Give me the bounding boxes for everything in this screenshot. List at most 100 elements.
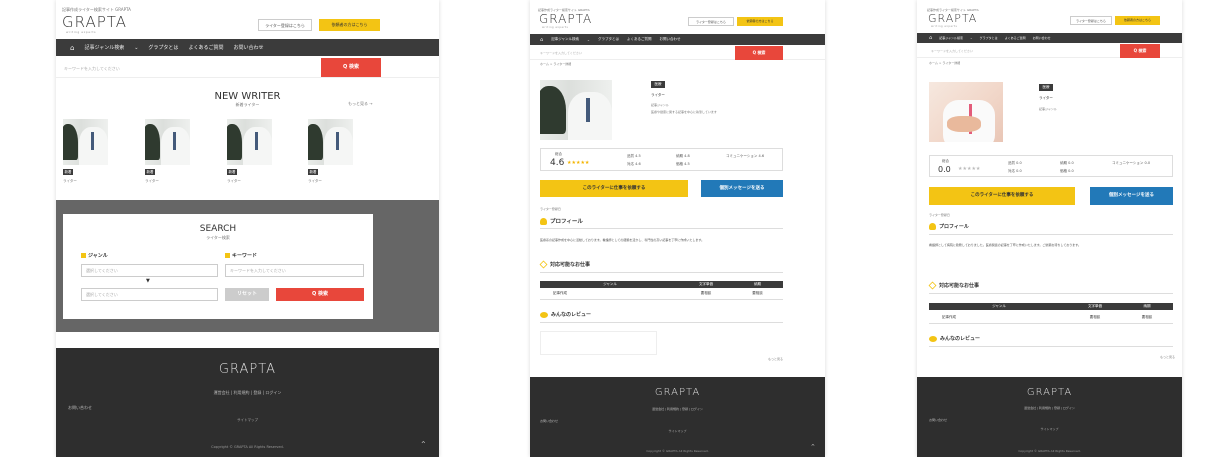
genre-select-1[interactable]: 選択してください (81, 264, 218, 277)
writer-card[interactable]: 新着 ライター (63, 119, 108, 189)
search-button[interactable]: Q 検索 (1120, 44, 1160, 58)
reset-button[interactable]: リセット (225, 288, 269, 301)
footer-logo[interactable]: GRAPTA (530, 387, 825, 398)
site-logo[interactable]: GRAPTA (928, 12, 977, 25)
chevron-up-icon[interactable]: ⌃ (420, 440, 427, 449)
house-icon[interactable]: ⌂ (929, 35, 932, 41)
nav-faq[interactable]: よくあるご質問 (627, 37, 652, 42)
more-link[interactable]: もっと見る (1160, 355, 1175, 359)
site-logo[interactable]: GRAPTA (62, 13, 127, 31)
nav-genre[interactable]: 記事ジャンル検索 (939, 36, 963, 40)
writer-thumbnail[interactable] (145, 119, 190, 165)
rating-item: 価格 0.0 (1060, 169, 1074, 173)
chevron-down-icon[interactable]: ⌄ (587, 38, 590, 42)
search-input[interactable]: キーワードを入力してください (540, 51, 582, 55)
genre-tag: 医療 (1039, 84, 1053, 91)
jobs-cell: 記事作成 (942, 314, 956, 319)
rating-score: 0.0 (938, 165, 951, 174)
footer-sitemap[interactable]: サイトマップ (917, 427, 1182, 431)
footer-sitemap[interactable]: サイトマップ (56, 418, 439, 423)
request-job-button[interactable]: このライターに仕事を依頼する (540, 180, 688, 197)
footer-sitemap[interactable]: サイトマップ (530, 429, 825, 433)
nav-genre[interactable]: 記事ジャンル検索 (551, 37, 579, 42)
footer-links[interactable]: 運営会社 | 利用規約 | 登録 | ログイン (530, 407, 825, 411)
nav-about[interactable]: グラプタとは (980, 36, 998, 40)
keyword-input[interactable]: キーワードを入力してください (225, 264, 364, 277)
writer-name: ライター (651, 93, 665, 97)
writer-register-button[interactable]: ライター登録はこちら (1070, 16, 1112, 25)
nav-contact[interactable]: お問い合わせ (233, 44, 263, 51)
nav-genre[interactable]: 記事ジャンル検索 (84, 44, 124, 51)
page-top: 記事作成ライター検索サイト GRAPTA GRAPTA writing expe… (56, 0, 439, 457)
writer-thumbnail[interactable] (308, 119, 353, 165)
nav-about[interactable]: グラプタとは (598, 37, 619, 42)
search-card: SEARCH ライター検索 ジャンル キーワード 選択してください キーワードを… (63, 214, 373, 319)
divider (540, 272, 783, 273)
writer-name[interactable]: ライター (63, 179, 77, 184)
register-date: ライター登録日 (929, 213, 950, 217)
footer-contact-link[interactable]: お問い合わせ (929, 418, 947, 422)
request-job-button[interactable]: このライターに仕事を依頼する (929, 187, 1075, 205)
writer-thumbnail[interactable] (63, 119, 108, 165)
square-icon (81, 253, 86, 258)
search-button[interactable]: Q 検索 (735, 46, 783, 60)
main-nav: ⌂ 記事ジャンル検索 ⌄ グラプタとは よくあるご質問 お問い合わせ (56, 39, 439, 56)
message-button[interactable]: 個別メッセージを送る (701, 180, 783, 197)
house-icon[interactable]: ⌂ (70, 44, 74, 52)
genre-label: ジャンル (81, 252, 108, 259)
chevron-down-icon[interactable]: ⌄ (134, 45, 138, 51)
client-register-button[interactable]: 依頼者の方はこちら (737, 17, 783, 26)
writer-name[interactable]: ライター (308, 179, 322, 184)
writer-name[interactable]: ライター (145, 179, 159, 184)
nav-faq[interactable]: よくあるご質問 (1005, 36, 1026, 40)
writer-register-button[interactable]: ライター登録はこちら (258, 19, 312, 31)
jobs-cell: 要相談 (700, 291, 712, 295)
footer-contact-link[interactable]: お問い合わせ (540, 419, 558, 423)
search-button[interactable]: Q 検索 (321, 58, 381, 77)
profile-text: 看護師として病院に勤務しておりました。医療関連の記事を丁寧に作成いたします。ご依… (929, 243, 1081, 247)
chevron-up-icon[interactable]: ⌃ (810, 443, 816, 451)
search-input[interactable]: キーワードを入力してください (64, 66, 120, 72)
chevron-down-icon[interactable]: ⌄ (970, 36, 973, 40)
site-logo[interactable]: GRAPTA (539, 12, 592, 26)
footer-contact-link[interactable]: お問い合わせ (68, 405, 92, 411)
search-input[interactable]: キーワードを入力してください (931, 49, 973, 53)
rating-box: 総合 4.6 ★★★★★ 品質 4.5 納期 4.8 コミュニケーション 4.6… (540, 148, 783, 171)
profile-title: プロフィール (540, 217, 583, 225)
genre-select-2[interactable]: 選択してください (81, 288, 218, 301)
writer-register-button[interactable]: ライター登録はこちら (688, 17, 734, 26)
message-button[interactable]: 個別メッセージを送る (1090, 187, 1173, 205)
writer-thumbnail[interactable] (227, 119, 272, 165)
footer-copyright: Copyright © GRAPTA All Rights Reserved. (211, 445, 284, 449)
more-link[interactable]: もっと見る (768, 357, 783, 361)
client-register-button[interactable]: 依頼者の方はこちら (1115, 16, 1160, 25)
table-row: 記事作成 要相談 要相談 (540, 288, 783, 300)
nav-about[interactable]: グラプタとは (148, 44, 178, 51)
writer-meta: 記事ジャンル (1039, 107, 1057, 111)
writer-card[interactable]: 新着 ライター (308, 119, 353, 189)
search-section: SEARCH ライター検索 ジャンル キーワード 選択してください キーワードを… (56, 200, 439, 332)
genre-tag: 新着 (63, 169, 73, 175)
search-submit-button[interactable]: Q 検索 (276, 288, 364, 301)
footer-links[interactable]: 運営会社 | 利用規約 | 登録 | ログイン (56, 390, 439, 396)
footer-logo[interactable]: GRAPTA (917, 387, 1182, 398)
writer-name[interactable]: ライター (227, 179, 241, 184)
chat-icon (929, 335, 937, 342)
client-register-button[interactable]: 依頼者の方はこちら (319, 19, 380, 31)
rating-item: 価格 4.5 (676, 162, 690, 166)
footer-links[interactable]: 運営会社 | 利用規約 | 登録 | ログイン (917, 406, 1182, 410)
nav-contact[interactable]: お問い合わせ (1033, 36, 1051, 40)
nav-faq[interactable]: よくあるご質問 (188, 44, 223, 51)
more-writers-link[interactable]: もっと見る → (348, 101, 373, 107)
breadcrumb[interactable]: ホーム > ライター詳細 (540, 62, 571, 66)
breadcrumb[interactable]: ホーム > ライター詳細 (929, 61, 960, 65)
footer-copyright: Copyright © GRAPTA All Rights Reserved. (1018, 449, 1081, 453)
footer-logo[interactable]: GRAPTA (56, 362, 439, 377)
house-icon[interactable]: ⌂ (540, 37, 543, 43)
genre-tag: 新着 (308, 169, 318, 175)
nav-contact[interactable]: お問い合わせ (659, 37, 680, 42)
jobs-title: 対応可能なお仕事 (539, 260, 590, 269)
writer-card[interactable]: 新着 ライター (145, 119, 190, 189)
writer-card[interactable]: 新着 ライター (227, 119, 272, 189)
jobs-col: 納期 (754, 282, 761, 286)
